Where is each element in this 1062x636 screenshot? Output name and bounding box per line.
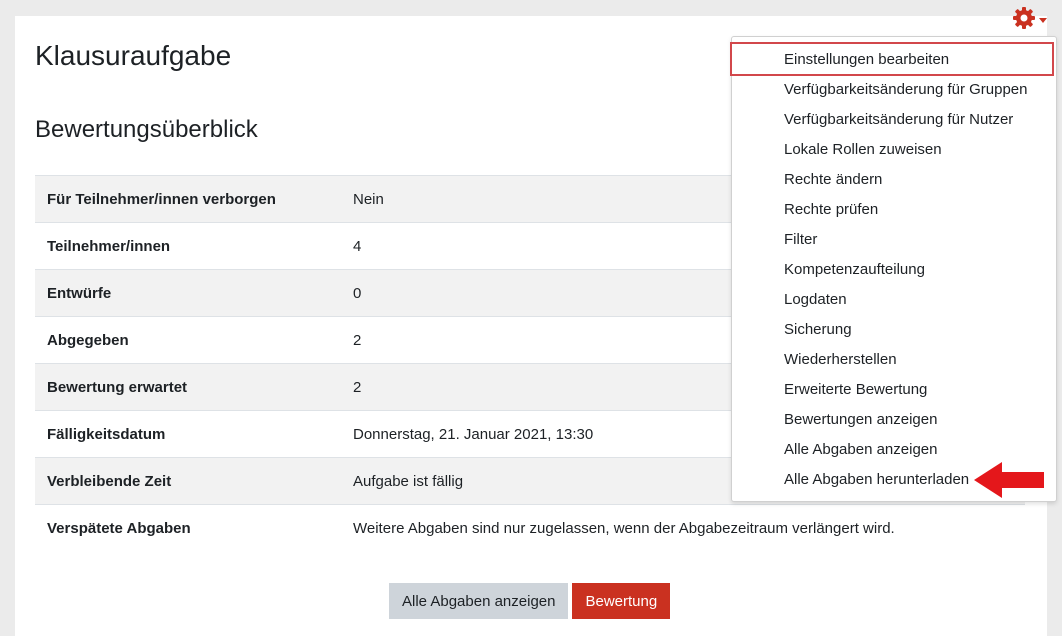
action-buttons: Alle Abgaben anzeigen Bewertung — [389, 583, 671, 619]
menu-item-permissions[interactable]: Rechte ändern — [784, 165, 882, 195]
row-label: Verbleibende Zeit — [35, 457, 341, 505]
gear-icon — [1012, 6, 1036, 35]
settings-dropdown-menu: Einstellungen bearbeiten Verfügbarkeitsä… — [731, 36, 1057, 502]
menu-item-logs[interactable]: Logdaten — [784, 285, 847, 315]
row-label: Verspätete Abgaben — [35, 504, 341, 552]
menu-item-view-gradebook[interactable]: Bewertungen anzeigen — [784, 405, 937, 435]
row-label: Für Teilnehmer/innen verborgen — [35, 175, 341, 223]
row-label: Fälligkeitsdatum — [35, 410, 341, 458]
table-row: Verspätete Abgaben Weitere Abgaben sind … — [35, 504, 1025, 552]
row-label: Entwürfe — [35, 269, 341, 317]
page-title: Klausuraufgabe — [35, 40, 232, 71]
menu-item-download-all-submissions[interactable]: Alle Abgaben herunterladen — [784, 465, 969, 495]
menu-item-assign-roles[interactable]: Lokale Rollen zuweisen — [784, 135, 942, 165]
view-all-submissions-button[interactable]: Alle Abgaben anzeigen — [389, 583, 569, 619]
settings-menu-toggle[interactable] — [1012, 6, 1054, 35]
menu-item-competency-breakdown[interactable]: Kompetenzaufteilung — [784, 255, 925, 285]
row-label: Teilnehmer/innen — [35, 222, 341, 270]
row-label: Bewertung erwartet — [35, 363, 341, 411]
grade-button[interactable]: Bewertung — [572, 583, 671, 619]
menu-item-restore[interactable]: Wiederherstellen — [784, 345, 897, 375]
row-value: Weitere Abgaben sind nur zugelassen, wen… — [341, 504, 1025, 552]
section-title: Bewertungsüberblick — [35, 116, 258, 143]
menu-item-filters[interactable]: Filter — [784, 225, 817, 255]
row-label: Abgegeben — [35, 316, 341, 364]
menu-item-backup[interactable]: Sicherung — [784, 315, 852, 345]
menu-item-advanced-grading[interactable]: Erweiterte Bewertung — [784, 375, 927, 405]
menu-item-check-permissions[interactable]: Rechte prüfen — [784, 195, 878, 225]
arrow-left-icon — [972, 460, 1046, 505]
menu-item-view-all-submissions[interactable]: Alle Abgaben anzeigen — [784, 435, 937, 465]
menu-item-user-overrides[interactable]: Verfügbarkeitsänderung für Nutzer — [784, 105, 1013, 135]
menu-item-group-overrides[interactable]: Verfügbarkeitsänderung für Gruppen — [784, 75, 1028, 105]
highlight-box — [730, 42, 1054, 76]
caret-down-icon — [1039, 11, 1047, 29]
